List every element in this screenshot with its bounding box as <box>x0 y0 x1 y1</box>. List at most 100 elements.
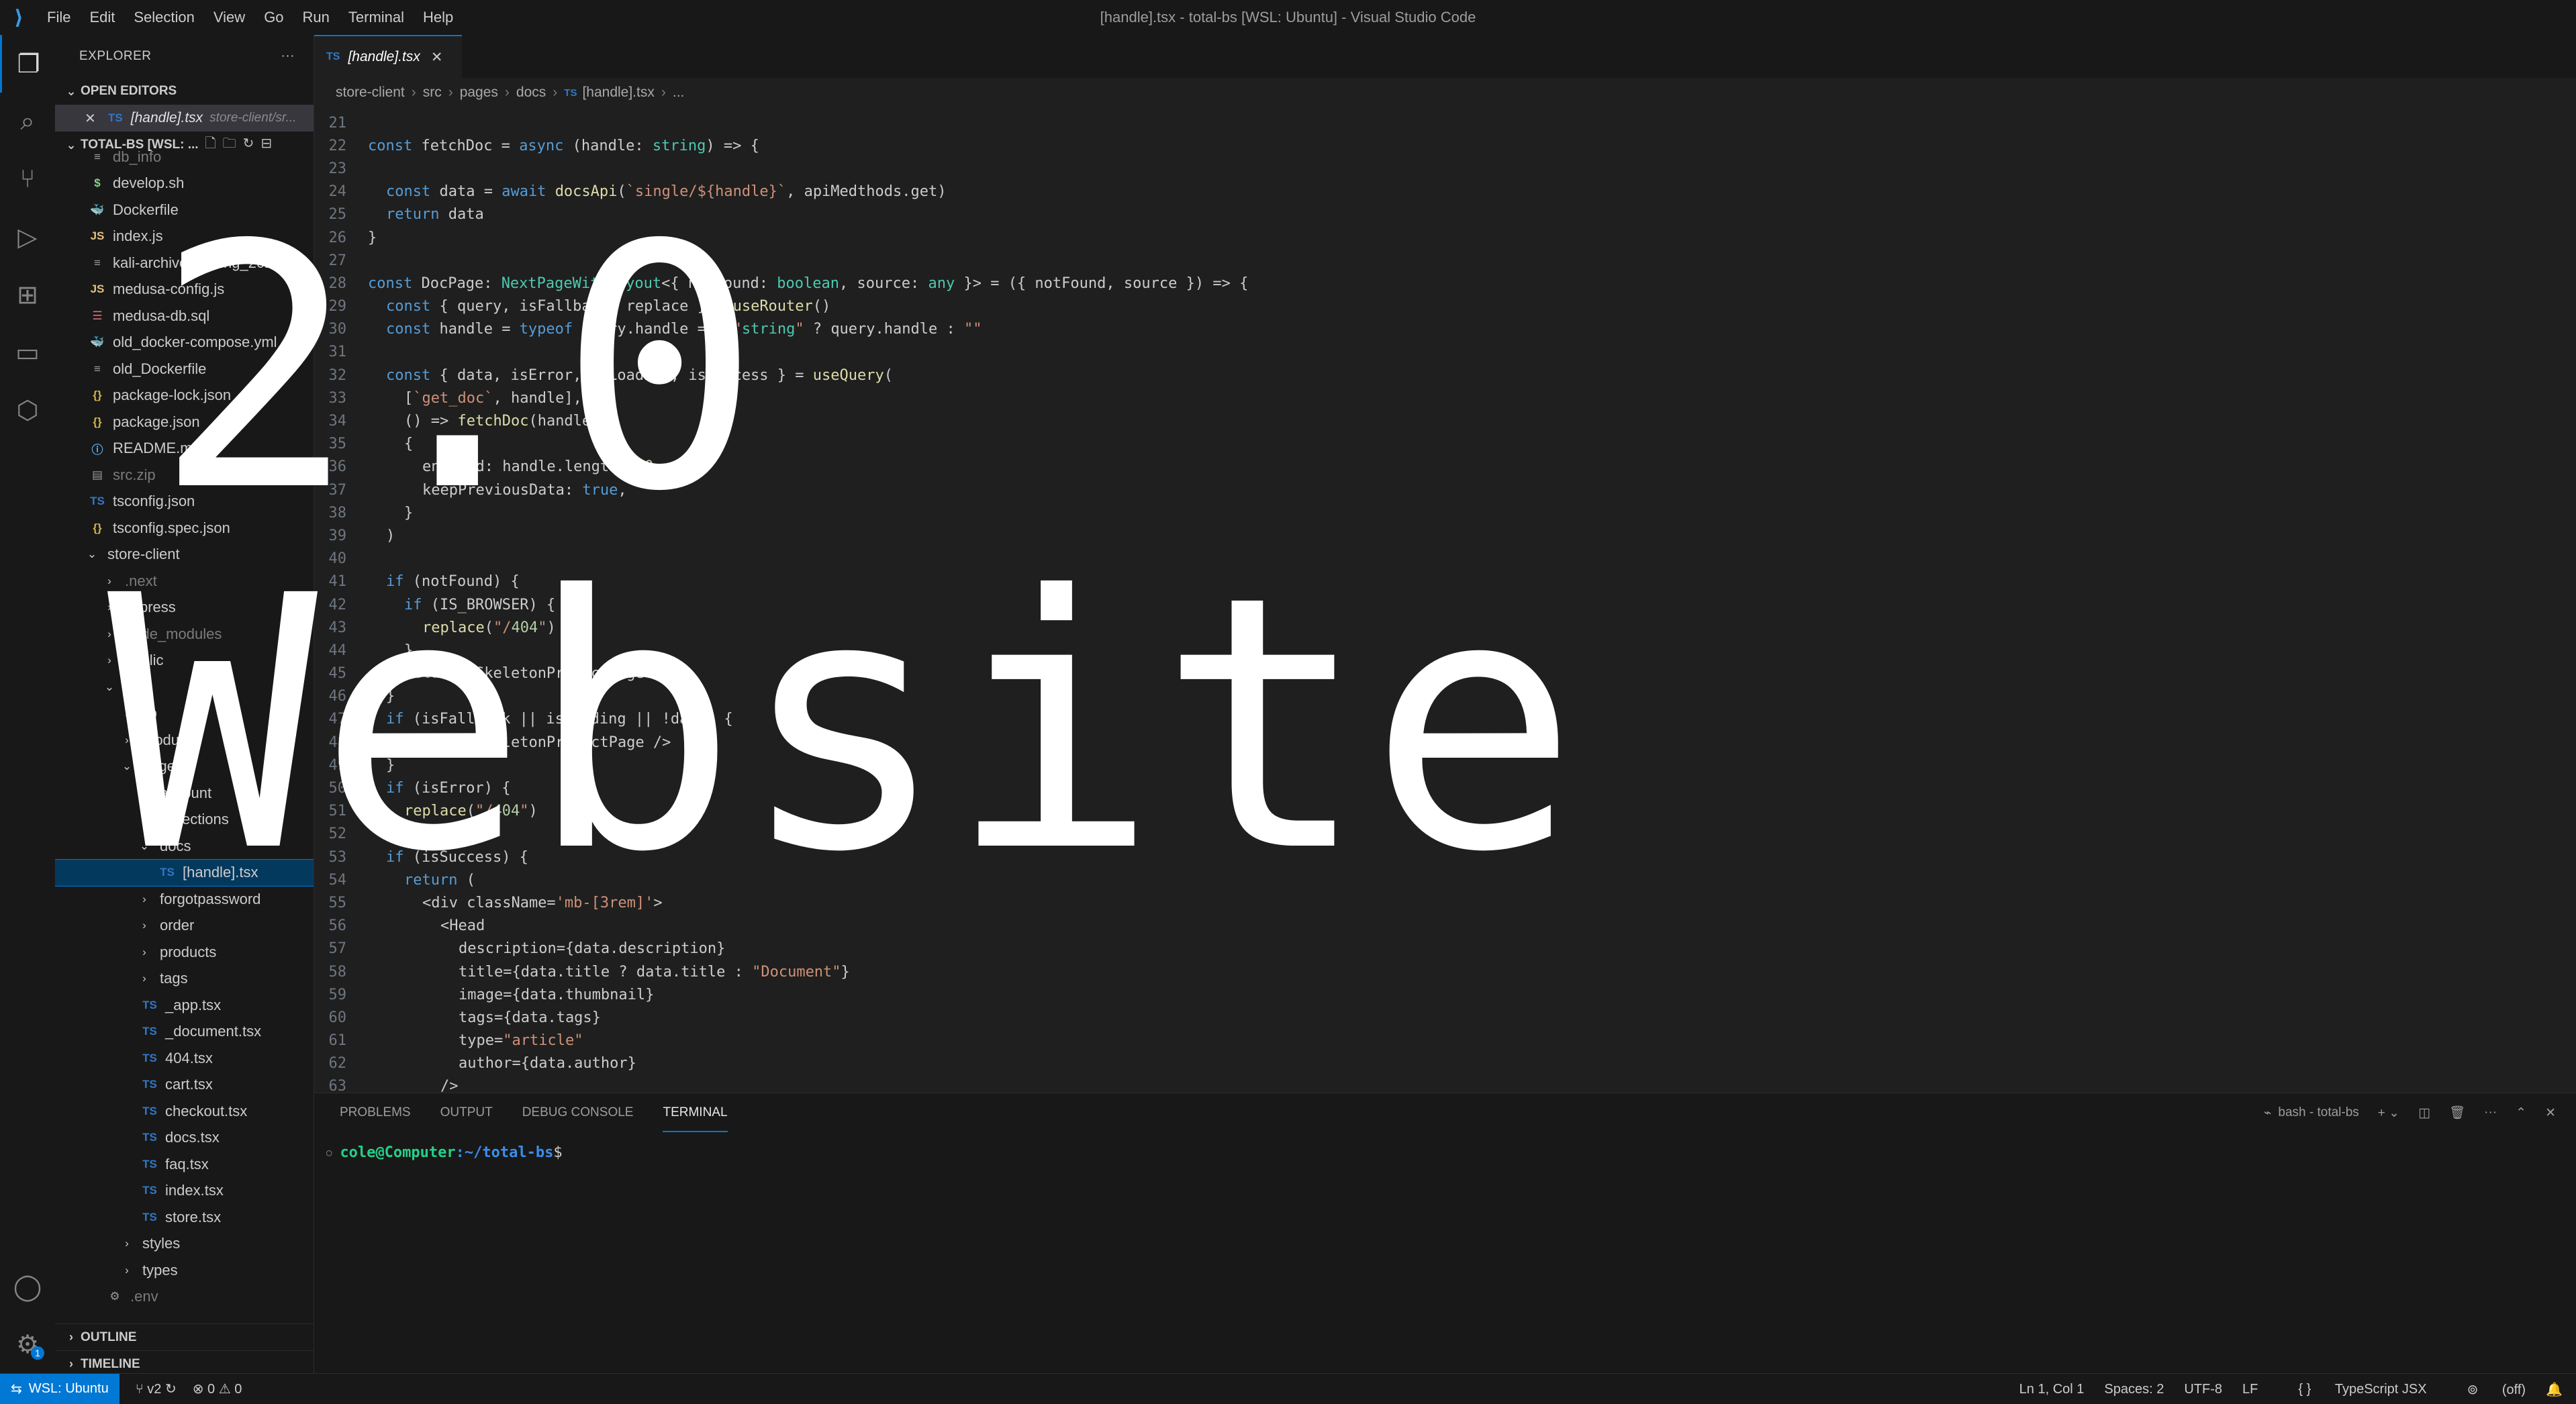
menu-go[interactable]: Go <box>254 0 293 35</box>
outline-header[interactable]: › OUTLINE <box>55 1323 314 1350</box>
remote-indicator[interactable]: ⇆ WSL: Ubuntu <box>0 1373 120 1404</box>
tree-folder[interactable]: ⌄ src <box>55 674 314 701</box>
settings-gear-icon[interactable]: ⚙ 1 <box>0 1315 55 1373</box>
tree-folder[interactable]: › public <box>55 648 314 674</box>
tree-folder[interactable]: › .next <box>55 568 314 595</box>
tree-file[interactable]: JS index.js <box>55 223 314 250</box>
editor-tab-handle-tsx[interactable]: TS [handle].tsx ✕ <box>314 35 462 78</box>
menu-file[interactable]: File <box>38 0 80 35</box>
indentation[interactable]: Spaces: 2 <box>2104 1382 2164 1397</box>
tree-file[interactable]: TS index.tsx <box>55 1178 314 1205</box>
tree-file[interactable]: TS docs.tsx <box>55 1125 314 1152</box>
tree-file[interactable]: {} package.json <box>55 409 314 436</box>
timeline-header[interactable]: › TIMELINE <box>55 1350 314 1373</box>
split-terminal-icon[interactable]: ◫ <box>2418 1105 2430 1121</box>
panel-tab-problems[interactable]: PROBLEMS <box>340 1093 411 1132</box>
tree-file[interactable]: ▤ src.zip <box>55 462 314 489</box>
tree-folder[interactable]: ⌄ docs <box>55 833 314 860</box>
tree-file[interactable]: ≡ kali-archive-keyring_2022... <box>55 250 314 277</box>
tree-file[interactable]: JS medusa-config.js <box>55 277 314 303</box>
tree-file[interactable]: $ develop.sh <box>55 170 314 197</box>
tree-folder[interactable]: › account <box>55 780 314 807</box>
vscode-logo-icon[interactable]: ⟩ <box>0 0 38 35</box>
menu-view[interactable]: View <box>204 0 254 35</box>
tree-folder[interactable]: › tags <box>55 966 314 993</box>
close-tab-icon[interactable]: ✕ <box>431 49 443 66</box>
problems-count[interactable]: ⊗ 0 ⚠ 0 <box>193 1381 242 1397</box>
explorer-icon[interactable]: ❐ <box>0 35 55 93</box>
menu-selection[interactable]: Selection <box>124 0 204 35</box>
breadcrumb-item[interactable]: pages <box>460 85 498 101</box>
tree-folder[interactable]: › products <box>55 939 314 966</box>
breadcrumb-item[interactable]: docs <box>516 85 546 101</box>
kill-terminal-icon[interactable]: 🗑 <box>2449 1105 2465 1121</box>
tree-folder[interactable]: › lib <box>55 701 314 728</box>
refresh-icon[interactable]: ↻ <box>243 136 261 151</box>
extensions-icon[interactable]: ⊞ <box>0 266 55 323</box>
new-terminal-icon[interactable]: + ⌄ <box>2378 1105 2399 1121</box>
tree-file[interactable]: TS 404.tsx <box>55 1045 314 1072</box>
more-actions-icon[interactable]: ··· <box>2484 1105 2497 1120</box>
tree-folder[interactable]: › node_modules <box>55 621 314 648</box>
language-mode[interactable]: { } TypeScript JSX <box>2278 1382 2426 1397</box>
tree-folder[interactable]: › cypress <box>55 595 314 621</box>
breadcrumb-item[interactable]: store-client <box>336 85 405 101</box>
panel-tab-debug-console[interactable]: DEBUG CONSOLE <box>522 1093 634 1132</box>
open-editor-item[interactable]: ✕ TS [handle].tsx store-client/sr... <box>55 105 314 132</box>
menu-terminal[interactable]: Terminal <box>339 0 414 35</box>
close-icon[interactable]: ✕ <box>85 110 96 127</box>
breadcrumb-item[interactable]: [handle].tsx <box>582 85 654 101</box>
tree-folder[interactable]: ⌄ store-client <box>55 542 314 568</box>
tree-folder[interactable]: › order <box>55 913 314 940</box>
tree-folder[interactable]: › forgotpassword <box>55 886 314 913</box>
panel-tab-output[interactable]: OUTPUT <box>440 1093 493 1132</box>
docker-icon[interactable]: ⬡ <box>0 381 55 439</box>
collapse-all-icon[interactable]: ⊟ <box>260 136 279 151</box>
tree-folder[interactable]: ⌄ pages <box>55 754 314 781</box>
tree-file[interactable]: 🐳 Dockerfile <box>55 197 314 223</box>
cursor-position[interactable]: Ln 1, Col 1 <box>2019 1382 2085 1397</box>
more-actions-icon[interactable]: ··· <box>281 49 295 64</box>
tree-file[interactable]: ☰ medusa-db.sql <box>55 303 314 330</box>
new-file-icon[interactable]: 🗋 <box>205 136 223 151</box>
tree-file[interactable]: TS tsconfig.json <box>55 489 314 515</box>
source-control-icon[interactable]: ⑂ <box>0 150 55 208</box>
end-of-line[interactable]: LF <box>2242 1382 2258 1397</box>
tree-file[interactable]: TS _document.tsx <box>55 1019 314 1046</box>
tree-folder[interactable]: › types <box>55 1257 314 1284</box>
menu-edit[interactable]: Edit <box>80 0 124 35</box>
code-editor[interactable]: 21 22 const fetchDoc = async (handle: stri… <box>314 111 2576 1093</box>
encoding[interactable]: UTF-8 <box>2184 1382 2222 1397</box>
tree-file[interactable]: ⓘ README.md <box>55 436 314 462</box>
open-editors-header[interactable]: ⌄ OPEN EDITORS <box>55 78 314 105</box>
tree-file[interactable]: TS _app.tsx <box>55 992 314 1019</box>
tree-file[interactable]: 🐳 old_docker-compose.yml <box>55 330 314 356</box>
git-branch[interactable]: ⑂ v2 ↻ <box>136 1381 177 1397</box>
tree-folder[interactable]: › styles <box>55 1231 314 1258</box>
maximize-panel-icon[interactable]: ⌃ <box>2516 1105 2526 1121</box>
tree-folder[interactable]: › collections <box>55 807 314 834</box>
new-folder-icon[interactable]: 🗀 <box>223 136 243 151</box>
menu-help[interactable]: Help <box>414 0 463 35</box>
tree-file[interactable]: TS [handle].tsx <box>55 858 314 887</box>
tree-file[interactable]: TS cart.tsx <box>55 1072 314 1099</box>
panel-tab-terminal[interactable]: TERMINAL <box>663 1093 728 1132</box>
breadcrumb-item[interactable]: ... <box>673 85 685 101</box>
tree-file[interactable]: ⚙ .env <box>55 1284 314 1311</box>
tree-folder[interactable]: › modules <box>55 727 314 754</box>
notifications-icon[interactable]: 🔔 <box>2546 1381 2563 1398</box>
close-panel-icon[interactable]: ✕ <box>2545 1105 2556 1121</box>
tree-file[interactable]: {} tsconfig.spec.json <box>55 515 314 542</box>
terminal-prompt[interactable]: ○ cole@Computer :~/total-bs $ <box>326 1144 563 1161</box>
tree-file[interactable]: TS faq.tsx <box>55 1151 314 1178</box>
run-debug-icon[interactable]: ▷ <box>0 208 55 266</box>
tree-file[interactable]: TS checkout.tsx <box>55 1098 314 1125</box>
tree-file[interactable]: ≡ old_Dockerfile <box>55 356 314 383</box>
tree-file[interactable]: {} package-lock.json <box>55 383 314 409</box>
tree-file[interactable]: TS store.tsx <box>55 1204 314 1231</box>
account-icon[interactable]: ◯ <box>0 1258 55 1315</box>
menu-run[interactable]: Run <box>293 0 339 35</box>
terminal-name[interactable]: bash - total-bs <box>2278 1105 2358 1120</box>
breadcrumb-item[interactable]: src <box>423 85 442 101</box>
port-status[interactable]: ⊚ (off) <box>2447 1381 2526 1398</box>
